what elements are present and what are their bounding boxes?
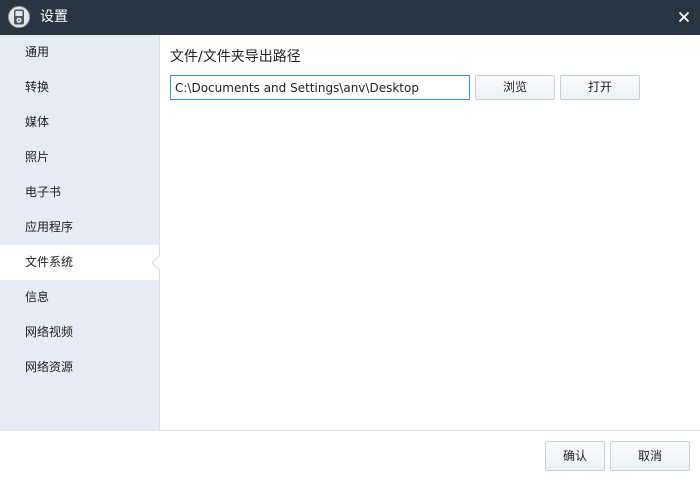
footer: 确认 取消 — [0, 430, 700, 480]
cancel-button[interactable]: 取消 — [610, 441, 690, 471]
sidebar-item-messages[interactable]: 信息 — [0, 280, 159, 315]
active-pointer-icon — [151, 255, 160, 270]
close-icon[interactable] — [674, 7, 694, 27]
sidebar-item-file-system[interactable]: 文件系统 — [0, 245, 160, 280]
ipod-icon — [8, 6, 30, 28]
sidebar-item-online-resources[interactable]: 网络资源 — [0, 350, 159, 385]
sidebar: 通用 转换 媒体 照片 电子书 应用程序 文件系统 信息 网络视频 网络资源 — [0, 35, 160, 430]
title-bar: 设置 — [0, 0, 700, 35]
browse-button[interactable]: 浏览 — [475, 75, 555, 100]
main-content: 文件/文件夹导出路径 浏览 打开 — [160, 35, 700, 430]
sidebar-item-label: 文件系统 — [25, 255, 74, 269]
sidebar-item-photos[interactable]: 照片 — [0, 140, 159, 175]
sidebar-item-conversion[interactable]: 转换 — [0, 70, 159, 105]
sidebar-item-online-video[interactable]: 网络视频 — [0, 315, 159, 350]
window-title: 设置 — [40, 9, 68, 25]
export-path-label: 文件/文件夹导出路径 — [170, 49, 301, 65]
sidebar-item-ebooks[interactable]: 电子书 — [0, 175, 159, 210]
export-path-input[interactable] — [170, 75, 470, 100]
sidebar-item-media[interactable]: 媒体 — [0, 105, 159, 140]
sidebar-item-general[interactable]: 通用 — [0, 35, 159, 70]
sidebar-item-applications[interactable]: 应用程序 — [0, 210, 159, 245]
open-button[interactable]: 打开 — [560, 75, 640, 100]
confirm-button[interactable]: 确认 — [545, 441, 605, 471]
